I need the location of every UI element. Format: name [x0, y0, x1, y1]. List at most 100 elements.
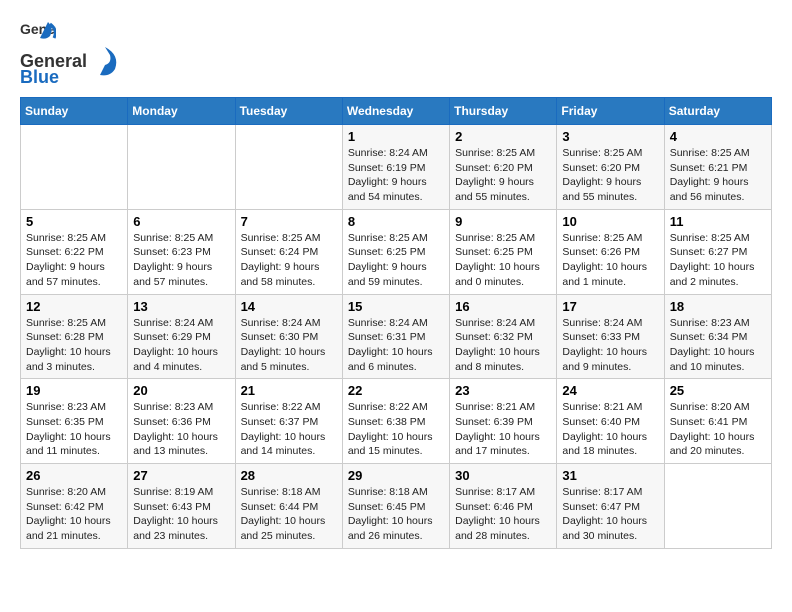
page-header: General General Blue — [20, 20, 772, 87]
day-info: Sunrise: 8:24 AM Sunset: 6:29 PM Dayligh… — [133, 316, 229, 375]
calendar-cell: 27Sunrise: 8:19 AM Sunset: 6:43 PM Dayli… — [128, 464, 235, 549]
day-number: 18 — [670, 299, 766, 314]
day-number: 12 — [26, 299, 122, 314]
calendar-cell: 5 Sunrise: 8:25 AM Sunset: 6:22 PM Daylig… — [21, 209, 128, 294]
day-number: 11 — [670, 214, 766, 229]
calendar-table: SundayMondayTuesdayWednesdayThursdayFrid… — [20, 97, 772, 549]
day-info: Sunrise: 8:25 AM Sunset: 6:26 PM Dayligh… — [562, 231, 658, 290]
calendar-cell — [235, 125, 342, 210]
calendar-cell: 9Sunrise: 8:25 AM Sunset: 6:25 PM Daylig… — [450, 209, 557, 294]
day-info: Sunrise: 8:24 AM Sunset: 6:32 PM Dayligh… — [455, 316, 551, 375]
day-info: Sunrise: 8:18 AM Sunset: 6:45 PM Dayligh… — [348, 485, 444, 544]
week-row-5: 26Sunrise: 8:20 AM Sunset: 6:42 PM Dayli… — [21, 464, 772, 549]
calendar-cell: 15 Sunrise: 8:24 AM Sunset: 6:31 PM Dayli… — [342, 294, 449, 379]
weekday-header-wednesday: Wednesday — [342, 98, 449, 125]
calendar-cell — [664, 464, 771, 549]
calendar-cell: 22Sunrise: 8:22 AM Sunset: 6:38 PM Dayli… — [342, 379, 449, 464]
day-info: Sunrise: 8:25 AM Sunset: 6:23 PM Dayligh… — [133, 231, 229, 290]
day-number: 29 — [348, 468, 444, 483]
day-info: Sunrise: 8:22 AM Sunset: 6:38 PM Dayligh… — [348, 400, 444, 459]
day-info: Sunrise: 8:25 AM Sunset: 6:27 PM Dayligh… — [670, 231, 766, 290]
day-info: Sunrise: 8:24 AM Sunset: 6:33 PM Dayligh… — [562, 316, 658, 375]
week-row-2: 5 Sunrise: 8:25 AM Sunset: 6:22 PM Daylig… — [21, 209, 772, 294]
day-info: Sunrise: 8:19 AM Sunset: 6:43 PM Dayligh… — [133, 485, 229, 544]
day-number: 13 — [133, 299, 229, 314]
day-number: 5 — [26, 214, 122, 229]
calendar-cell: 13 Sunrise: 8:24 AM Sunset: 6:29 PM Dayli… — [128, 294, 235, 379]
calendar-cell: 23 Sunrise: 8:21 AM Sunset: 6:39 PM Dayli… — [450, 379, 557, 464]
weekday-header-sunday: Sunday — [21, 98, 128, 125]
calendar-cell: 2 Sunrise: 8:25 AM Sunset: 6:20 PM Daylig… — [450, 125, 557, 210]
weekday-header-row: SundayMondayTuesdayWednesdayThursdayFrid… — [21, 98, 772, 125]
day-info: Sunrise: 8:23 AM Sunset: 6:35 PM Dayligh… — [26, 400, 122, 459]
day-number: 21 — [241, 383, 337, 398]
weekday-header-monday: Monday — [128, 98, 235, 125]
calendar-cell: 20Sunrise: 8:23 AM Sunset: 6:36 PM Dayli… — [128, 379, 235, 464]
day-info: Sunrise: 8:23 AM Sunset: 6:34 PM Dayligh… — [670, 316, 766, 375]
day-info: Sunrise: 8:18 AM Sunset: 6:44 PM Dayligh… — [241, 485, 337, 544]
calendar-cell: 17 Sunrise: 8:24 AM Sunset: 6:33 PM Dayli… — [557, 294, 664, 379]
day-number: 23 — [455, 383, 551, 398]
calendar-cell: 24Sunrise: 8:21 AM Sunset: 6:40 PM Dayli… — [557, 379, 664, 464]
calendar-cell: 19 Sunrise: 8:23 AM Sunset: 6:35 PM Dayli… — [21, 379, 128, 464]
calendar-cell: 30 Sunrise: 8:17 AM Sunset: 6:46 PM Dayli… — [450, 464, 557, 549]
day-number: 4 — [670, 129, 766, 144]
day-info: Sunrise: 8:20 AM Sunset: 6:41 PM Dayligh… — [670, 400, 766, 459]
day-number: 19 — [26, 383, 122, 398]
calendar-cell — [21, 125, 128, 210]
day-number: 16 — [455, 299, 551, 314]
calendar-cell: 21 Sunrise: 8:22 AM Sunset: 6:37 PM Dayli… — [235, 379, 342, 464]
day-number: 15 — [348, 299, 444, 314]
day-info: Sunrise: 8:25 AM Sunset: 6:24 PM Dayligh… — [241, 231, 337, 290]
calendar-cell: 3 Sunrise: 8:25 AM Sunset: 6:20 PM Daylig… — [557, 125, 664, 210]
day-info: Sunrise: 8:21 AM Sunset: 6:40 PM Dayligh… — [562, 400, 658, 459]
day-number: 25 — [670, 383, 766, 398]
calendar-cell: 1Sunrise: 8:24 AM Sunset: 6:19 PM Daylig… — [342, 125, 449, 210]
day-info: Sunrise: 8:25 AM Sunset: 6:20 PM Dayligh… — [455, 146, 551, 205]
calendar-cell — [128, 125, 235, 210]
day-number: 31 — [562, 468, 658, 483]
week-row-3: 12 Sunrise: 8:25 AM Sunset: 6:28 PM Dayli… — [21, 294, 772, 379]
day-info: Sunrise: 8:24 AM Sunset: 6:30 PM Dayligh… — [241, 316, 337, 375]
calendar-cell: 12 Sunrise: 8:25 AM Sunset: 6:28 PM Dayli… — [21, 294, 128, 379]
day-info: Sunrise: 8:21 AM Sunset: 6:39 PM Dayligh… — [455, 400, 551, 459]
calendar-cell: 18 Sunrise: 8:23 AM Sunset: 6:34 PM Dayli… — [664, 294, 771, 379]
weekday-header-thursday: Thursday — [450, 98, 557, 125]
calendar-cell: 28 Sunrise: 8:18 AM Sunset: 6:44 PM Dayli… — [235, 464, 342, 549]
weekday-header-tuesday: Tuesday — [235, 98, 342, 125]
day-number: 28 — [241, 468, 337, 483]
weekday-header-saturday: Saturday — [664, 98, 771, 125]
day-info: Sunrise: 8:23 AM Sunset: 6:36 PM Dayligh… — [133, 400, 229, 459]
day-info: Sunrise: 8:25 AM Sunset: 6:20 PM Dayligh… — [562, 146, 658, 205]
calendar-cell: 26Sunrise: 8:20 AM Sunset: 6:42 PM Dayli… — [21, 464, 128, 549]
day-number: 17 — [562, 299, 658, 314]
day-number: 2 — [455, 129, 551, 144]
day-number: 7 — [241, 214, 337, 229]
svg-text:Blue: Blue — [20, 67, 59, 87]
calendar-cell: 14 Sunrise: 8:24 AM Sunset: 6:30 PM Dayli… — [235, 294, 342, 379]
calendar-cell: 11 Sunrise: 8:25 AM Sunset: 6:27 PM Dayli… — [664, 209, 771, 294]
day-number: 14 — [241, 299, 337, 314]
calendar-cell: 6Sunrise: 8:25 AM Sunset: 6:23 PM Daylig… — [128, 209, 235, 294]
week-row-1: 1Sunrise: 8:24 AM Sunset: 6:19 PM Daylig… — [21, 125, 772, 210]
day-info: Sunrise: 8:22 AM Sunset: 6:37 PM Dayligh… — [241, 400, 337, 459]
logo-svg: General Blue — [20, 45, 125, 87]
calendar-cell: 29 Sunrise: 8:18 AM Sunset: 6:45 PM Dayli… — [342, 464, 449, 549]
logo: General General Blue — [20, 20, 125, 87]
weekday-header-friday: Friday — [557, 98, 664, 125]
day-info: Sunrise: 8:25 AM Sunset: 6:22 PM Dayligh… — [26, 231, 122, 290]
day-number: 9 — [455, 214, 551, 229]
calendar-cell: 16 Sunrise: 8:24 AM Sunset: 6:32 PM Dayli… — [450, 294, 557, 379]
day-info: Sunrise: 8:25 AM Sunset: 6:28 PM Dayligh… — [26, 316, 122, 375]
day-info: Sunrise: 8:17 AM Sunset: 6:47 PM Dayligh… — [562, 485, 658, 544]
day-info: Sunrise: 8:17 AM Sunset: 6:46 PM Dayligh… — [455, 485, 551, 544]
day-info: Sunrise: 8:25 AM Sunset: 6:25 PM Dayligh… — [348, 231, 444, 290]
day-info: Sunrise: 8:24 AM Sunset: 6:31 PM Dayligh… — [348, 316, 444, 375]
day-number: 3 — [562, 129, 658, 144]
day-number: 30 — [455, 468, 551, 483]
day-number: 1 — [348, 129, 444, 144]
calendar-cell: 4Sunrise: 8:25 AM Sunset: 6:21 PM Daylig… — [664, 125, 771, 210]
calendar-cell: 7 Sunrise: 8:25 AM Sunset: 6:24 PM Daylig… — [235, 209, 342, 294]
day-info: Sunrise: 8:20 AM Sunset: 6:42 PM Dayligh… — [26, 485, 122, 544]
calendar-cell: 25 Sunrise: 8:20 AM Sunset: 6:41 PM Dayli… — [664, 379, 771, 464]
